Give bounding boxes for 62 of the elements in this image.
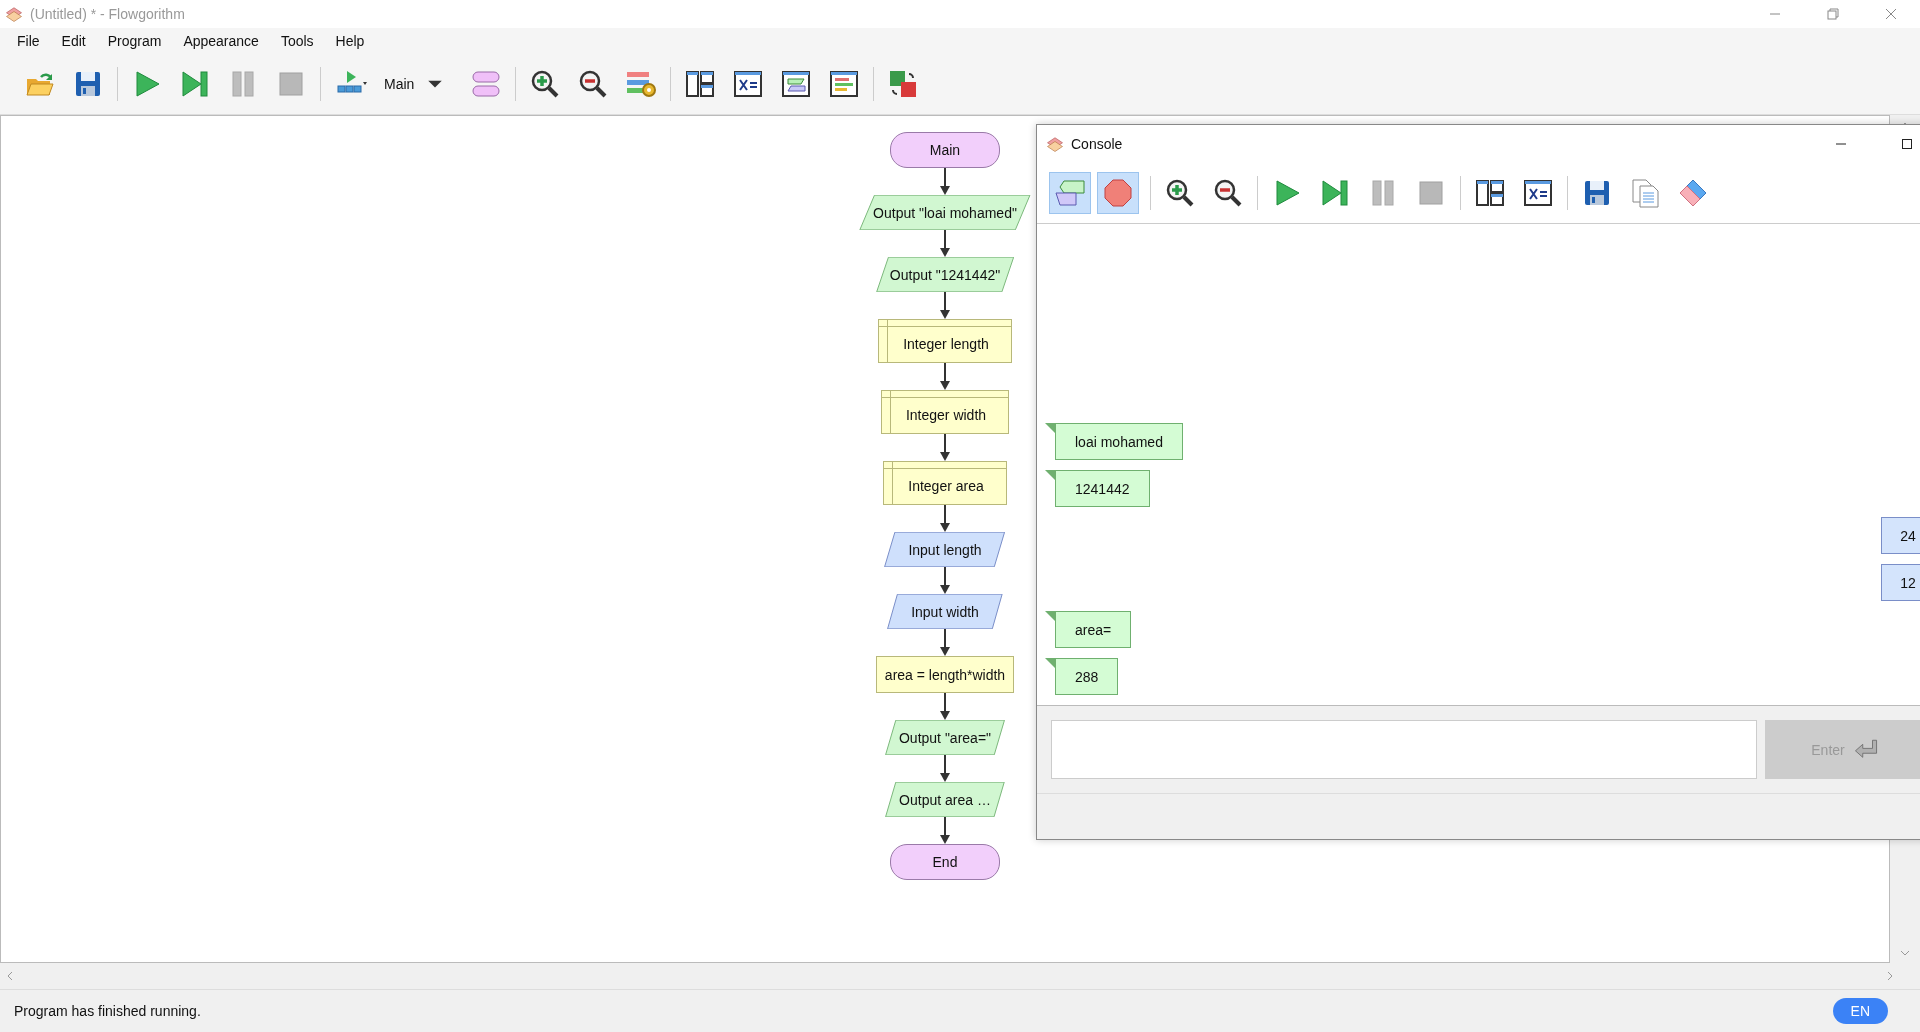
step-icon[interactable] [1319, 177, 1351, 209]
assign-node[interactable]: area = length*width [875, 656, 1015, 693]
function-selector[interactable]: Main [376, 75, 453, 93]
menu-item[interactable]: Help [324, 30, 376, 52]
flow-arrow [940, 629, 950, 656]
flow-arrow [940, 434, 950, 461]
output-node[interactable]: Output "loai mohamed" [859, 195, 1031, 230]
terminal-node[interactable]: Main [890, 132, 1000, 168]
restore-icon[interactable] [1827, 8, 1839, 20]
flow-arrow [940, 567, 950, 594]
console-chart-icon[interactable] [780, 68, 813, 100]
output-bubble: loai mohamed [1045, 423, 1183, 460]
flow-arrow [940, 230, 950, 257]
layout-icon[interactable] [1474, 177, 1506, 209]
input-node[interactable]: Input length [884, 532, 1006, 567]
eraser-icon[interactable] [1677, 177, 1709, 209]
output-node[interactable]: Output "area=" [884, 720, 1006, 755]
variables-icon[interactable] [1522, 177, 1554, 209]
functions-icon[interactable] [470, 68, 503, 100]
stop-toggle[interactable] [1097, 172, 1139, 214]
output-bubble: 1241442 [1045, 470, 1150, 507]
input-bubble: 24 [1881, 517, 1920, 554]
flow-arrow [940, 292, 950, 319]
chat-bubbles-icon [1054, 177, 1086, 209]
flow-arrow [940, 168, 950, 195]
zoom-in-icon[interactable] [1164, 177, 1196, 209]
terminal-node[interactable]: End [890, 844, 1000, 880]
console-input-field[interactable] [1051, 720, 1757, 779]
declare-node[interactable]: Integer length [878, 319, 1012, 363]
close-icon[interactable] [1885, 8, 1897, 20]
flow-arrow [940, 363, 950, 390]
menu-item[interactable]: Edit [50, 30, 97, 52]
output-node[interactable]: Output "1241442" [875, 257, 1015, 292]
input-bubble: 12 [1881, 564, 1920, 601]
zoom-out-icon[interactable] [1212, 177, 1244, 209]
step-icon[interactable] [179, 68, 211, 100]
menu-item[interactable]: Tools [269, 30, 325, 52]
status-text: Program has finished running. [14, 1003, 201, 1019]
output-bubble: 288 [1045, 658, 1119, 695]
layout-icon[interactable] [684, 68, 717, 100]
window-title: (Untitled) * - Flowgorithm [30, 6, 185, 22]
input-node[interactable]: Input width [887, 594, 1003, 629]
menu-item[interactable]: Program [96, 30, 173, 52]
bubbles-toggle[interactable] [1049, 172, 1091, 214]
stop-sign-icon [1102, 177, 1134, 209]
menu-item[interactable]: File [6, 30, 51, 52]
declare-node[interactable]: Integer area [883, 461, 1007, 505]
flow-arrow [940, 693, 950, 720]
variables-icon[interactable] [732, 68, 765, 100]
flow-arrow [940, 505, 950, 532]
app-icon [1045, 134, 1065, 154]
app-icon [4, 4, 24, 24]
declare-node[interactable]: Integer width [880, 390, 1010, 434]
menu-item[interactable]: Appearance [172, 30, 270, 52]
source-code-icon[interactable] [828, 68, 861, 100]
output-node[interactable]: Output area … [885, 782, 1005, 817]
console-title: Console [1071, 136, 1123, 152]
flow-arrow [940, 817, 950, 844]
language-badge[interactable]: EN [1832, 998, 1888, 1024]
output-bubble: area= [1045, 611, 1132, 648]
maximize-icon[interactable] [1901, 138, 1913, 150]
flow-arrow [940, 755, 950, 782]
